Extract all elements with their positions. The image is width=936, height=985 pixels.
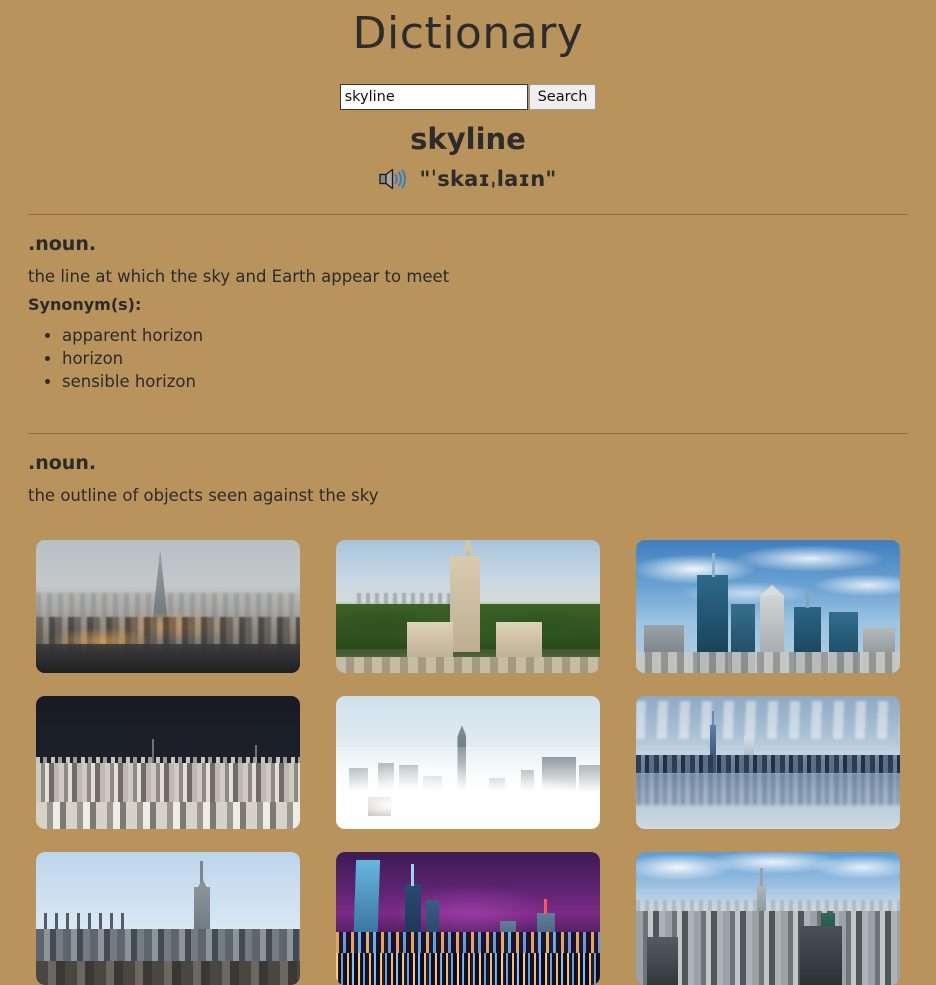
- image-thumbnail[interactable]: [36, 696, 300, 829]
- image-grid: [0, 522, 936, 985]
- pronunciation-text: "ˈskaɪˌlaɪn": [419, 167, 557, 191]
- image-thumbnail[interactable]: [636, 540, 900, 673]
- pronunciation-row: "ˈskaɪˌlaɪn": [0, 164, 936, 194]
- image-thumbnail[interactable]: [36, 540, 300, 673]
- list-item: sensible horizon: [62, 370, 908, 393]
- search-form: Search: [0, 84, 936, 110]
- part-of-speech: .noun.: [28, 452, 97, 474]
- image-thumbnail[interactable]: [636, 852, 900, 985]
- definitions-section: .noun. the line at which the sky and Ear…: [0, 214, 936, 522]
- night-neon-skyline-image: [336, 852, 600, 985]
- blue-glass-towers-image: [636, 540, 900, 673]
- image-thumbnail[interactable]: [336, 696, 600, 829]
- synonyms-label: Synonym(s):: [28, 295, 142, 314]
- foggy-london-skyline-image: [36, 540, 300, 673]
- sense-entry: .noun. the line at which the sky and Ear…: [28, 215, 908, 433]
- image-thumbnail[interactable]: [36, 852, 300, 985]
- skyline-water-reflection-image: [636, 696, 900, 829]
- stormy-dark-cityscape-image: [36, 696, 300, 829]
- image-thumbnail[interactable]: [636, 696, 900, 829]
- definition-text: the line at which the sky and Earth appe…: [28, 267, 450, 286]
- aerial-manhattan-image: [636, 852, 900, 985]
- image-thumbnail[interactable]: [336, 540, 600, 673]
- sense-entry: .noun. the outline of objects seen again…: [28, 434, 908, 522]
- search-button[interactable]: Search: [528, 84, 597, 110]
- definition-text: the outline of objects seen against the …: [28, 486, 379, 505]
- image-thumbnail[interactable]: [336, 852, 600, 985]
- towers-above-clouds-image: [336, 696, 600, 829]
- page-title: Dictionary: [352, 8, 584, 59]
- synonyms-list: apparent horizon horizon sensible horizo…: [28, 324, 908, 393]
- moscow-university-skyline-image: [336, 540, 600, 673]
- list-item: apparent horizon: [62, 324, 908, 347]
- headword: skyline: [410, 122, 526, 156]
- part-of-speech: .noun.: [28, 233, 97, 255]
- search-input[interactable]: [339, 84, 528, 110]
- empire-state-clear-sky-image: [36, 852, 300, 985]
- list-item: horizon: [62, 347, 908, 370]
- speaker-icon[interactable]: [379, 167, 409, 191]
